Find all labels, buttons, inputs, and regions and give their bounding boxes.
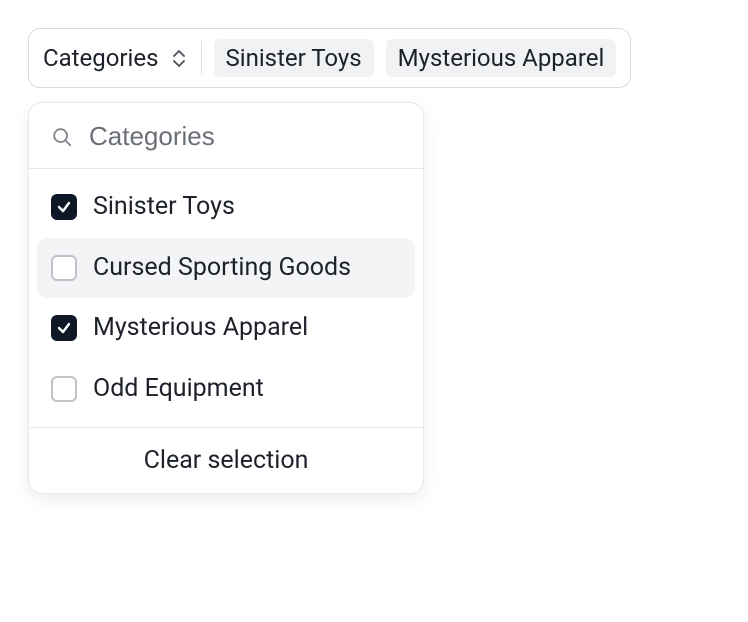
search-row (29, 103, 423, 169)
category-dropdown-trigger[interactable]: Categories Sinister Toys Mysterious Appa… (28, 28, 631, 88)
option-label: Cursed Sporting Goods (93, 252, 351, 285)
dropdown-footer: Clear selection (29, 427, 423, 493)
option-label: Sinister Toys (93, 191, 235, 224)
option-odd-equipment[interactable]: Odd Equipment (37, 359, 415, 420)
option-cursed-sporting-goods[interactable]: Cursed Sporting Goods (37, 238, 415, 299)
checkbox[interactable] (51, 315, 77, 341)
search-input[interactable] (89, 121, 401, 152)
search-icon (51, 126, 73, 148)
chevron-up-down-icon (173, 50, 185, 67)
divider (201, 41, 202, 75)
checkbox[interactable] (51, 255, 77, 281)
option-label: Odd Equipment (93, 373, 264, 406)
options-list: Sinister Toys Cursed Sporting Goods Myst… (29, 169, 423, 427)
dropdown-panel: Sinister Toys Cursed Sporting Goods Myst… (28, 102, 424, 494)
option-label: Mysterious Apparel (93, 312, 308, 345)
option-sinister-toys[interactable]: Sinister Toys (37, 177, 415, 238)
clear-selection-button[interactable]: Clear selection (144, 446, 309, 475)
selected-chip: Sinister Toys (214, 39, 374, 77)
option-mysterious-apparel[interactable]: Mysterious Apparel (37, 298, 415, 359)
dropdown-trigger-label: Categories (43, 44, 159, 72)
checkbox[interactable] (51, 194, 77, 220)
checkbox[interactable] (51, 376, 77, 402)
selected-chip: Mysterious Apparel (386, 39, 617, 77)
